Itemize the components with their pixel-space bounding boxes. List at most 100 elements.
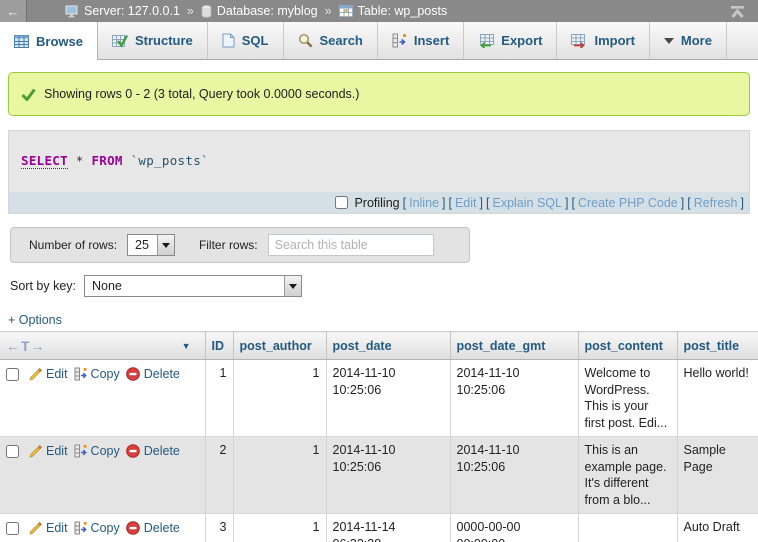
bracket: ] bbox=[480, 196, 483, 210]
breadcrumb-server[interactable]: Server: 127.0.0.1 bbox=[84, 4, 180, 18]
bracket: [ bbox=[486, 196, 489, 210]
explain-sql-link[interactable]: Explain SQL bbox=[492, 196, 561, 210]
column-move-arrows[interactable]: ←T→ bbox=[6, 338, 46, 354]
delete-row-link[interactable]: Delete bbox=[126, 520, 180, 537]
profiling-checkbox[interactable] bbox=[335, 196, 348, 209]
rows-filter-bar: Number of rows: 25 Filter rows: bbox=[10, 227, 470, 263]
cell-post-author: 1 bbox=[233, 514, 326, 542]
sql-query-text: SELECT * FROM `wp_posts` bbox=[9, 131, 749, 192]
breadcrumb-bar: ← Server: 127.0.0.1 » Database: myblog »… bbox=[0, 0, 758, 22]
select-dropdown-button[interactable] bbox=[157, 235, 174, 255]
cell-post-title: Hello world! bbox=[677, 360, 758, 437]
sql-keyword-select[interactable]: SELECT bbox=[21, 153, 68, 169]
tab-search[interactable]: Search bbox=[284, 22, 378, 59]
tab-insert[interactable]: Insert bbox=[378, 22, 464, 59]
sort-indicator-icon[interactable]: ▼ bbox=[182, 341, 191, 351]
row-checkbox[interactable] bbox=[6, 368, 19, 381]
select-dropdown-button[interactable] bbox=[284, 276, 301, 296]
tab-structure[interactable]: Structure bbox=[98, 22, 208, 59]
database-icon bbox=[201, 5, 212, 18]
edit-row-link[interactable]: Edit bbox=[29, 366, 68, 383]
column-header-post-date[interactable]: post_date bbox=[326, 332, 450, 360]
cell-post-date-gmt: 2014-11-10 10:25:06 bbox=[450, 437, 578, 514]
delete-row-link[interactable]: Delete bbox=[126, 366, 180, 383]
table-header-row: ←T→ ▼ ID post_author post_date post_date… bbox=[0, 332, 758, 360]
breadcrumb-table[interactable]: Table: wp_posts bbox=[358, 4, 448, 18]
delete-row-link[interactable]: Delete bbox=[126, 443, 180, 460]
copy-row-link[interactable]: Copy bbox=[74, 443, 120, 460]
filter-rows-label: Filter rows: bbox=[199, 238, 258, 252]
sort-by-key-select[interactable]: None bbox=[84, 275, 302, 297]
number-of-rows-value: 25 bbox=[128, 235, 157, 255]
insert-icon bbox=[392, 33, 407, 48]
cell-post-content: Welcome to WordPress. This is your first… bbox=[578, 360, 677, 437]
create-php-code-link[interactable]: Create PHP Code bbox=[578, 196, 678, 210]
breadcrumb-database[interactable]: Database: myblog bbox=[217, 4, 318, 18]
inline-link[interactable]: Inline bbox=[409, 196, 439, 210]
column-header-post-content[interactable]: post_content bbox=[578, 332, 677, 360]
check-icon bbox=[21, 88, 36, 101]
edit-link[interactable]: Edit bbox=[455, 196, 477, 210]
tab-browse[interactable]: Browse bbox=[0, 22, 98, 60]
pencil-icon bbox=[29, 445, 42, 458]
column-header-id[interactable]: ID bbox=[205, 332, 233, 360]
chevron-down-icon bbox=[289, 284, 297, 289]
tab-label: Export bbox=[501, 33, 542, 48]
bracket: ] bbox=[565, 196, 568, 210]
tab-import[interactable]: Import bbox=[557, 22, 649, 59]
table-row: Edit Copy Delete 3 1 2014-11-14 06:33:38… bbox=[0, 514, 758, 542]
copy-icon bbox=[74, 521, 87, 535]
action-column-header: ←T→ ▼ bbox=[0, 332, 205, 360]
column-header-post-author[interactable]: post_author bbox=[233, 332, 326, 360]
copy-row-link[interactable]: Copy bbox=[74, 366, 120, 383]
tab-label: Structure bbox=[135, 33, 193, 48]
delete-icon bbox=[126, 444, 140, 458]
cell-post-author: 1 bbox=[233, 437, 326, 514]
tab-more[interactable]: More bbox=[650, 22, 727, 59]
bracket: [ bbox=[687, 196, 690, 210]
sql-query-box: SELECT * FROM `wp_posts` Profiling [ Inl… bbox=[8, 130, 750, 214]
row-checkbox[interactable] bbox=[6, 445, 19, 458]
tab-label: Insert bbox=[414, 33, 449, 48]
edit-row-link[interactable]: Edit bbox=[29, 443, 68, 460]
refresh-link[interactable]: Refresh bbox=[694, 196, 738, 210]
filter-rows-input[interactable] bbox=[268, 234, 434, 256]
sql-star: * bbox=[76, 153, 84, 168]
bracket: [ bbox=[403, 196, 406, 210]
table-icon bbox=[339, 5, 353, 17]
column-header-post-date-gmt[interactable]: post_date_gmt bbox=[450, 332, 578, 360]
structure-icon bbox=[112, 34, 128, 48]
chevron-down-icon bbox=[162, 243, 170, 248]
tab-label: SQL bbox=[242, 33, 269, 48]
breadcrumb-separator: » bbox=[325, 4, 332, 18]
table-row: Edit Copy Delete 2 1 2014-11-10 10:25:06… bbox=[0, 437, 758, 514]
scroll-top-icon[interactable] bbox=[729, 5, 746, 18]
cell-post-title: Sample Page bbox=[677, 437, 758, 514]
back-arrow-icon: ← bbox=[7, 4, 20, 19]
sql-toolbar: Profiling [ Inline ] [ Edit ] [ Explain … bbox=[9, 192, 749, 213]
cell-post-date-gmt: 0000-00-00 00:00:00 bbox=[450, 514, 578, 542]
cell-post-content: This is an example page. It's different … bbox=[578, 437, 677, 514]
bracket: [ bbox=[571, 196, 574, 210]
table-row: Edit Copy Delete 1 1 2014-11-10 10:25:06… bbox=[0, 360, 758, 437]
sql-icon bbox=[222, 33, 235, 48]
sql-table-identifier: `wp_posts` bbox=[131, 153, 209, 168]
results-table: ←T→ ▼ ID post_author post_date post_date… bbox=[0, 331, 758, 542]
column-header-post-title[interactable]: post_title bbox=[677, 332, 758, 360]
pencil-icon bbox=[29, 522, 42, 535]
number-of-rows-select[interactable]: 25 bbox=[127, 234, 175, 256]
cell-id: 1 bbox=[205, 360, 233, 437]
cell-post-date: 2014-11-10 10:25:06 bbox=[326, 360, 450, 437]
search-icon bbox=[298, 33, 313, 48]
options-toggle[interactable]: + Options bbox=[8, 313, 62, 327]
tab-sql[interactable]: SQL bbox=[208, 22, 284, 59]
cell-post-title: Auto Draft bbox=[677, 514, 758, 542]
back-button[interactable]: ← bbox=[0, 0, 27, 22]
row-checkbox[interactable] bbox=[6, 522, 19, 535]
cell-post-content bbox=[578, 514, 677, 542]
copy-row-link[interactable]: Copy bbox=[74, 520, 120, 537]
cell-post-date: 2014-11-14 06:33:38 bbox=[326, 514, 450, 542]
sort-by-key-value: None bbox=[85, 276, 130, 296]
edit-row-link[interactable]: Edit bbox=[29, 520, 68, 537]
tab-export[interactable]: Export bbox=[464, 22, 557, 59]
